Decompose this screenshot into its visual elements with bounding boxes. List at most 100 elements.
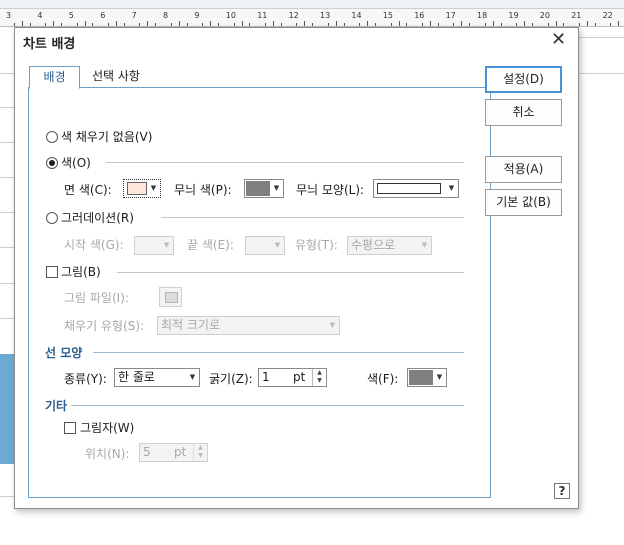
ruler-tick — [422, 23, 424, 26]
ruler-tick — [461, 21, 463, 26]
ruler-number: 20 — [539, 11, 550, 20]
chevron-down-icon: ▼ — [189, 373, 196, 381]
ruler-tick — [265, 23, 267, 26]
spin-arrows-icon[interactable]: ▲ ▼ — [193, 444, 207, 461]
ruler-tick — [312, 23, 314, 26]
tab-options[interactable]: 선택 사항 — [85, 66, 147, 87]
fill-type-label: 채우기 유형(S): — [64, 319, 145, 333]
picture-label[interactable]: 그림(B) — [61, 263, 101, 280]
start-color-picker[interactable]: ▼ — [134, 236, 174, 255]
gradient-type-label: 유형(T): — [295, 238, 338, 252]
ruler-tick — [304, 21, 306, 26]
ruler-tick — [53, 21, 55, 26]
ruler-tick — [437, 23, 439, 26]
ruler-tick — [60, 23, 62, 26]
defaults-button[interactable]: 기본 값(B) — [485, 189, 562, 216]
fill-type-value: 최적 크기로 — [161, 318, 221, 332]
ruler-tick — [280, 23, 282, 26]
no-fill-radio[interactable] — [46, 131, 58, 143]
start-color-label: 시작 색(G): — [64, 238, 124, 252]
browse-picture-button[interactable] — [159, 287, 182, 307]
ruler-tick — [516, 23, 518, 26]
ruler: 3 4 5 6 7 8 9 10 11 12 13 14 15 16 17 18 19 20 21 22 — [0, 9, 624, 27]
face-color-picker[interactable]: ▼ — [123, 179, 161, 198]
picture-icon — [165, 292, 178, 303]
separator — [117, 272, 464, 273]
ruler-tick — [123, 23, 125, 26]
ruler-tick — [29, 23, 31, 26]
shadow-label[interactable]: 그림자(W) — [80, 419, 134, 436]
ruler-tick — [186, 23, 188, 26]
ruler-tick — [296, 23, 298, 26]
ruler-tick — [359, 23, 361, 26]
shadow-checkbox[interactable] — [64, 422, 76, 434]
help-button[interactable]: ? — [554, 483, 570, 499]
gradient-type-select[interactable]: 수평으로 ▼ — [347, 236, 432, 255]
gradient-label[interactable]: 그러데이션(R) — [61, 209, 134, 226]
pattern-color-picker[interactable]: ▼ — [244, 179, 284, 198]
cancel-button[interactable]: 취소 — [485, 99, 562, 126]
ruler-number: 8 — [163, 11, 169, 20]
face-color-label: 면 색(C): — [64, 183, 112, 197]
ruler-tick — [524, 21, 526, 26]
ruler-number: 19 — [508, 11, 519, 20]
separator — [161, 217, 464, 218]
spin-arrows-icon[interactable]: ▲ ▼ — [312, 369, 326, 386]
shadow-position-stepper[interactable]: 5 pt ▲ ▼ — [139, 443, 208, 462]
chevron-down-icon: ▼ — [273, 184, 280, 192]
ruler-tick — [139, 23, 141, 26]
ruler-tick — [170, 23, 172, 26]
title-bar: 차트 배경 ✕ — [15, 28, 578, 54]
ruler-number: 10 — [225, 11, 236, 20]
end-color-label: 끝 색(E): — [187, 238, 234, 252]
no-fill-label[interactable]: 색 채우기 없음(V) — [61, 128, 152, 145]
tab-background[interactable]: 배경 — [29, 66, 80, 89]
color-label[interactable]: 색(O) — [61, 154, 91, 171]
ruler-number: 7 — [131, 11, 137, 20]
ruler-tick — [374, 23, 376, 26]
shadow-position-unit: pt — [174, 445, 187, 459]
ruler-number: 22 — [602, 11, 613, 20]
ruler-tick — [610, 23, 612, 26]
ruler-tick — [406, 23, 408, 26]
separator — [93, 352, 464, 353]
chart-background-dialog: 차트 배경 ✕ 배경 선택 사항 색 채우기 없음(V) 색(O) 면 색(C)… — [14, 27, 579, 509]
close-icon[interactable]: ✕ — [551, 29, 566, 50]
ruler-tick — [327, 23, 329, 26]
line-color-label: 색(F): — [367, 372, 399, 386]
line-thickness-stepper[interactable]: 1 pt ▲ ▼ — [258, 368, 327, 387]
ruler-tick — [76, 23, 78, 26]
ruler-tick — [155, 23, 157, 26]
ok-button[interactable]: 설정(D) — [485, 66, 562, 93]
ruler-tick — [21, 21, 23, 26]
ruler-tick — [272, 21, 274, 26]
ruler-tick — [367, 21, 369, 26]
app-toolbar — [0, 0, 624, 9]
line-kind-select[interactable]: 한 줄로 ▼ — [114, 368, 200, 387]
ruler-number: 13 — [320, 11, 331, 20]
ruler-number: 17 — [445, 11, 456, 20]
ruler-tick — [390, 23, 392, 26]
other-section-title: 기타 — [45, 399, 68, 413]
line-kind-label: 종류(Y): — [64, 372, 107, 386]
sidebar-strip — [0, 354, 14, 464]
chevron-down-icon: ▼ — [163, 241, 170, 249]
line-section-title: 선 모양 — [45, 346, 83, 360]
ruler-number: 21 — [571, 11, 582, 20]
ruler-tick — [115, 21, 117, 26]
line-color-picker[interactable]: ▼ — [407, 368, 447, 387]
fill-type-select[interactable]: 최적 크기로 ▼ — [157, 316, 340, 335]
ruler-tick — [492, 21, 494, 26]
picture-checkbox[interactable] — [46, 266, 58, 278]
end-color-picker[interactable]: ▼ — [245, 236, 285, 255]
pattern-shape-picker[interactable]: ▼ — [373, 179, 459, 198]
apply-button[interactable]: 적용(A) — [485, 156, 562, 183]
picture-file-label: 그림 파일(I): — [64, 291, 129, 305]
dialog-title: 차트 배경 — [23, 37, 76, 52]
color-radio[interactable] — [46, 157, 58, 169]
ruler-number: 4 — [37, 11, 43, 20]
gradient-radio[interactable] — [46, 212, 58, 224]
ruler-number: 5 — [68, 11, 74, 20]
ruler-tick — [563, 23, 565, 26]
ruler-tick — [108, 23, 110, 26]
